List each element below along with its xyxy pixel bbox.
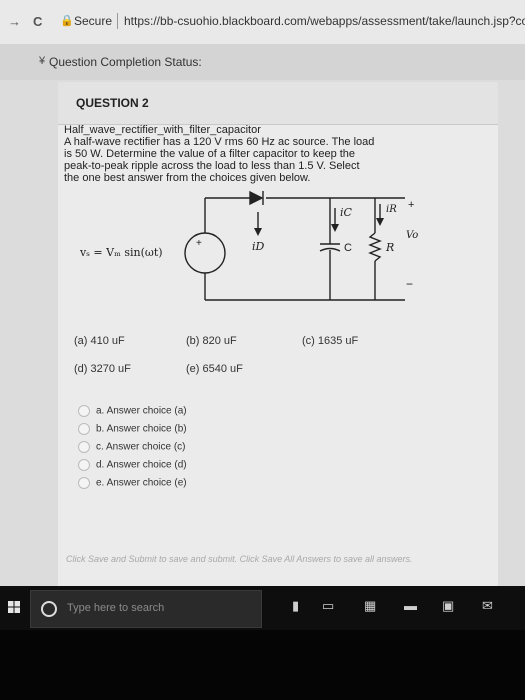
radio-button[interactable] — [78, 441, 90, 453]
capacitor-label: C — [344, 242, 352, 254]
diode-current-label: iD — [252, 240, 265, 253]
radio-button[interactable] — [78, 459, 90, 471]
circuit-diagram: + vₛ = Vₘ sin(ωt) iD iC iR C R Vo + − — [80, 190, 418, 301]
answer-option-a[interactable]: a. Answer choice (a) — [78, 405, 187, 417]
address-separator — [117, 13, 118, 29]
source-equation: vₛ = Vₘ sin(ωt) — [80, 246, 163, 259]
address-bar: → C 🔒 Secure https://bb-csuohio.blackboa… — [0, 0, 525, 44]
question-line: Half_wave_rectifier_with_filter_capacito… — [64, 124, 261, 136]
question-line: peak-to-peak ripple across the load to l… — [64, 160, 360, 172]
output-minus: − — [406, 277, 413, 291]
cortana-icon — [41, 601, 57, 617]
save-instructions: Click Save and Submit to save and submit… — [66, 554, 413, 564]
choice-a: (a) 410 uF — [74, 335, 125, 347]
completion-status-label: Question Completion Status: — [49, 55, 202, 69]
windows-start-icon[interactable] — [8, 601, 20, 613]
question-line: A half-wave rectifier has a 120 V rms 60… — [64, 136, 375, 148]
mail-icon[interactable]: ✉ — [482, 598, 493, 614]
task-view-icon[interactable]: ▭ — [322, 598, 334, 614]
answer-option-d[interactable]: d. Answer choice (d) — [78, 459, 187, 471]
output-voltage-label: Vo — [406, 230, 418, 241]
url-text[interactable]: https://bb-csuohio.blackboard.com/webapp… — [124, 14, 525, 28]
microphone-icon[interactable]: ▮ — [292, 598, 299, 614]
answer-option-b[interactable]: b. Answer choice (b) — [78, 423, 187, 435]
radio-button[interactable] — [78, 477, 90, 489]
question-line: is 50 W. Determine the value of a filter… — [64, 148, 356, 160]
lock-icon: 🔒 — [60, 15, 74, 27]
radio-button[interactable] — [78, 405, 90, 417]
answer-option-c[interactable]: c. Answer choice (c) — [78, 441, 185, 453]
load-current-label: iR — [386, 204, 397, 215]
search-placeholder: Type here to search — [67, 602, 165, 614]
taskbar: Type here to search ▮ ▭ ▦ ▬ ▣ ✉ — [0, 586, 525, 630]
screen: → C 🔒 Secure https://bb-csuohio.blackboa… — [0, 0, 525, 630]
radio-button[interactable] — [78, 423, 90, 435]
question-line: the one best answer from the choices giv… — [64, 172, 311, 184]
chevron-down-icon[interactable]: ¥ — [39, 55, 45, 67]
choice-d: (d) 3270 uF — [74, 363, 131, 375]
calendar-app-icon[interactable]: ▦ — [364, 598, 376, 614]
answer-option-e[interactable]: e. Answer choice (e) — [78, 477, 187, 489]
cap-current-label: iC — [340, 206, 353, 219]
file-explorer-icon[interactable]: ▬ — [404, 598, 417, 613]
completion-status-bar[interactable]: ¥ Question Completion Status: — [0, 44, 525, 80]
choice-b: (b) 820 uF — [186, 335, 237, 347]
choice-c: (c) 1635 uF — [302, 335, 359, 347]
choice-e: (e) 6540 uF — [186, 363, 243, 375]
resistor-label: R — [385, 241, 394, 254]
secure-label: Secure — [74, 14, 113, 28]
store-icon[interactable]: ▣ — [442, 598, 454, 614]
source-plus: + — [196, 238, 202, 249]
question-header: QUESTION 2 — [58, 82, 498, 125]
question-title: QUESTION 2 — [76, 96, 149, 110]
question-text: Half_wave_rectifier_with_filter_capacito… — [64, 124, 444, 184]
reload-icon[interactable]: C — [33, 14, 42, 29]
forward-icon[interactable]: → — [8, 14, 21, 29]
taskbar-search[interactable]: Type here to search — [30, 590, 262, 628]
output-plus: + — [408, 199, 414, 211]
